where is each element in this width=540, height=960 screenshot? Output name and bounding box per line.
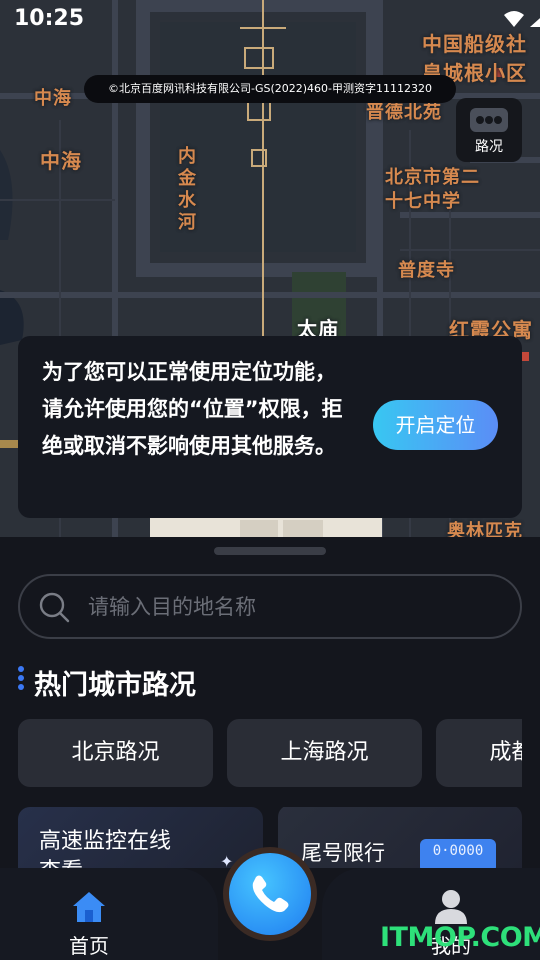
location-permission-dialog: 为了您可以正常使用定位功能，请允许使用您的“位置”权限，拒绝或取消不影响使用其他… [18,336,522,518]
map-label: 中海 [40,149,82,173]
search-bar[interactable] [18,574,522,639]
city-chip-shanghai[interactable]: 上海路况 [227,719,422,787]
user-icon [435,890,467,924]
phone-icon [252,875,289,913]
destination-search-input[interactable] [86,588,486,626]
map-label: 普度寺 [398,260,455,281]
traffic-toggle-label: 路况 [475,139,503,155]
watermark: ITMOP.COM [380,922,540,953]
home-icon [73,892,105,922]
traffic-toggle-button[interactable]: 路况 [456,98,522,162]
traffic-icon [470,108,508,132]
sheet-drag-handle[interactable] [214,547,326,555]
map-copyright: ©北京百度网讯科技有限公司-GS(2022)460-甲测资字11112320 [84,75,456,103]
map-label: 北京市第二 [385,167,480,188]
license-plate-text: 0·0000 [432,843,484,859]
hot-cities-title: 热门城市路况 [34,670,196,701]
plate-limit-card[interactable]: 尾号限行 0·0000 [278,807,522,877]
tab-home[interactable]: 首页 [58,890,120,959]
map-view[interactable]: 中国船级社 皇城根小区 中海 晋德北苑 中海 内金水河 北京市第二 十七中学 普… [0,0,540,540]
city-chip-chengdu[interactable]: 成都路况 [436,719,522,787]
wifi-icon [504,11,524,27]
map-label: 中海 [34,88,72,109]
city-chip-beijing[interactable]: 北京路况 [18,719,213,787]
section-marker-icon [18,666,24,693]
permission-message: 为了您可以正常使用定位功能，请允许使用您的“位置”权限，拒绝或取消不影响使用其他… [42,360,343,458]
plate-limit-label: 尾号限行 [301,841,385,865]
map-label: 十七中学 [385,191,461,212]
tab-home-label: 首页 [69,934,109,958]
hot-cities-list: 北京路况 上海路况 成都路况 [18,719,522,787]
search-icon [39,592,70,623]
call-button[interactable] [229,853,311,935]
status-bar: 10:25 [0,0,540,40]
signal-icon [530,18,540,27]
map-label: 内金水河 [175,146,196,234]
enable-location-button[interactable]: 开启定位 [373,400,498,450]
status-time: 10:25 [14,6,85,31]
